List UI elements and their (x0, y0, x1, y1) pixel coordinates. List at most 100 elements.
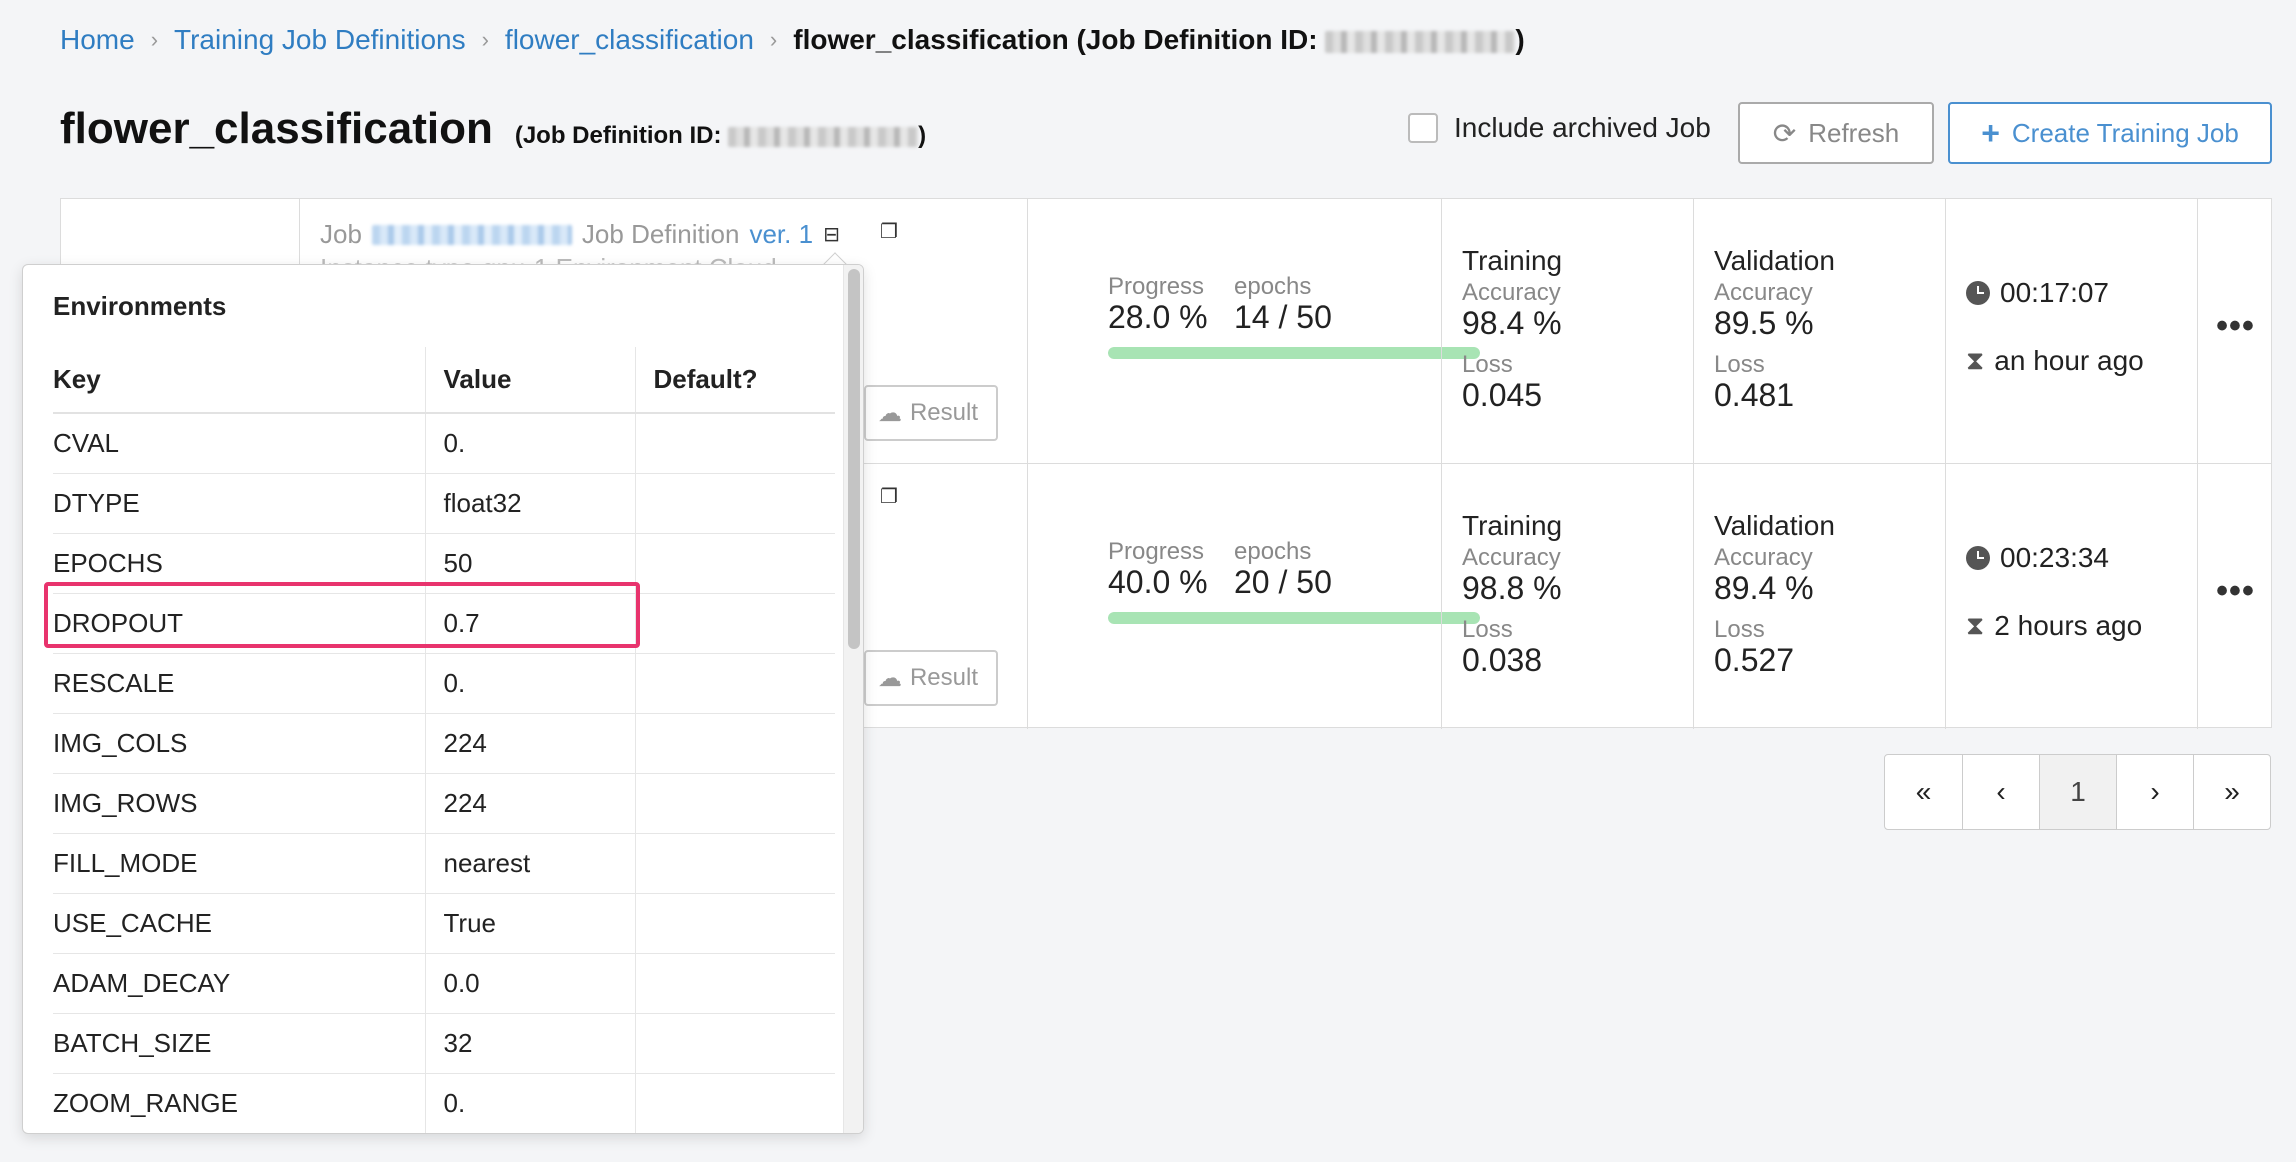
training-accuracy: 98.4 % (1462, 305, 1562, 341)
environment-value: True (424, 893, 635, 954)
job-duration: 00:17:07 (2000, 277, 2109, 308)
loss-label: Loss (1714, 616, 1765, 643)
environment-default (634, 713, 835, 774)
environments-title: Environments (53, 291, 227, 321)
environment-default (634, 653, 835, 714)
validation-heading: Validation (1714, 510, 1835, 541)
environment-row: RESCALE 0. (53, 653, 835, 714)
environment-default (634, 533, 835, 594)
clock-icon (1966, 281, 1990, 305)
next-page-button[interactable]: › (2116, 755, 2193, 829)
training-accuracy: 98.8 % (1462, 570, 1562, 606)
environments-popover: Environments Key Value Default? CVAL 0. DT… (22, 264, 864, 1134)
include-archived-toggle[interactable]: Include archived Job (1408, 112, 1711, 144)
page-1-button[interactable]: 1 (2039, 755, 2116, 829)
redacted-job-id[interactable] (371, 224, 572, 245)
environments-table: Key Value Default? CVAL 0. DTYPE float32 EPO… (53, 347, 835, 1133)
breadcrumb-current: flower_classification (Job Definition ID… (793, 24, 1524, 56)
accuracy-label: Accuracy (1462, 544, 1561, 571)
create-training-job-button[interactable]: + Create Training Job (1948, 102, 2272, 164)
redacted-id (1325, 30, 1516, 53)
environment-key: ADAM_DECAY (53, 953, 425, 1014)
environment-key: CVAL (53, 413, 425, 474)
environment-key: ZOOM_RANGE (53, 1073, 425, 1133)
job-label: Job (320, 219, 362, 249)
environment-default (634, 473, 835, 534)
validation-metrics-cell: Validation Accuracy 89.4 % Loss 0.527 (1693, 464, 1945, 729)
environment-value: 0. (424, 413, 635, 474)
popover-scrollbar[interactable] (843, 265, 863, 1133)
environment-value: 224 (424, 773, 635, 834)
create-training-job-label: Create Training Job (2011, 117, 2239, 148)
training-metrics-cell: Training Accuracy 98.8 % Loss 0.038 (1441, 464, 1693, 729)
accuracy-label: Accuracy (1462, 279, 1561, 306)
breadcrumb-definition[interactable]: flower_classification (505, 24, 754, 56)
environment-row: EPOCHS 50 (53, 533, 835, 594)
training-metrics-cell: Training Accuracy 98.4 % Loss 0.045 (1441, 199, 1693, 463)
breadcrumb: Home › Training Job Definitions › flower… (60, 24, 1525, 56)
job-definition-version[interactable]: ver. 1 (749, 219, 813, 250)
loss-label: Loss (1462, 616, 1513, 643)
more-options-icon[interactable]: ••• (2198, 307, 2273, 346)
include-archived-checkbox[interactable] (1408, 113, 1438, 143)
environment-value: float32 (424, 473, 635, 534)
popover-scroll-thumb[interactable] (848, 269, 860, 649)
environment-key: DROPOUT (53, 593, 425, 654)
copy-icon[interactable]: ❐ (880, 219, 898, 244)
default-column-header: Default? (634, 347, 835, 414)
breadcrumb-current-label: flower_classification (Job Definition ID… (793, 24, 1326, 55)
chevron-right-icon: › (481, 27, 489, 52)
loss-label: Loss (1462, 351, 1513, 378)
refresh-button[interactable]: ⟳ Refresh (1738, 102, 1934, 164)
progress-label: Progress (1108, 273, 1205, 300)
refresh-icon: ⟳ (1772, 117, 1797, 149)
job-info-line: Job Job Definition ver. 1 ⊟ (320, 219, 840, 250)
environment-default (634, 833, 835, 894)
previous-page-button[interactable]: ‹ (1962, 755, 2039, 829)
validation-loss: 0.481 (1714, 377, 1795, 413)
job-progress-cell: Progress epochs 28.0 % 14 / 50 (1027, 199, 1480, 463)
page-header: flower_classification (Job Definition ID… (60, 104, 926, 154)
environment-row: ADAM_DECAY 0.0 (53, 953, 835, 1014)
epochs-value: 14 / 50 (1234, 299, 1332, 335)
progress-bar-fill (1108, 612, 1480, 624)
result-button[interactable]: ☁ Result (864, 650, 998, 706)
breadcrumb-job-definitions[interactable]: Training Job Definitions (174, 24, 466, 56)
environment-value: 0. (424, 653, 635, 714)
more-options-icon[interactable]: ••• (2198, 572, 2273, 611)
result-button[interactable]: ☁ Result (864, 385, 998, 441)
environment-key: EPOCHS (53, 533, 425, 594)
page-subtitle: (Job Definition ID: ) (515, 122, 926, 150)
training-heading: Training (1462, 245, 1563, 276)
environment-value: 0. (424, 1073, 635, 1133)
job-time-cell: 00:17:07 ⧗ an hour ago (1945, 199, 2197, 463)
cloud-download-icon: ☁ (877, 399, 902, 427)
environment-value: 224 (424, 713, 635, 774)
environment-key: RESCALE (53, 653, 425, 714)
hourglass-icon: ⧗ (1966, 610, 1985, 640)
result-label: Result (909, 399, 978, 426)
table-icon[interactable]: ⊟ (823, 222, 840, 247)
environment-key: USE_CACHE (53, 893, 425, 954)
environment-value: 50 (424, 533, 635, 594)
environment-row: CVAL 0. (53, 413, 835, 474)
include-archived-label: Include archived Job (1454, 112, 1711, 143)
job-menu-cell: ••• (2197, 464, 2273, 729)
copy-icon[interactable]: ❐ (880, 484, 898, 509)
environment-key: IMG_COLS (53, 713, 425, 774)
epochs-label: epochs (1234, 538, 1312, 565)
accuracy-label: Accuracy (1714, 279, 1813, 306)
environment-row: DROPOUT 0.7 (53, 593, 835, 654)
environment-default (634, 413, 835, 474)
breadcrumb-home[interactable]: Home (60, 24, 135, 56)
environment-default (634, 893, 835, 954)
environment-row: FILL_MODE nearest (53, 833, 835, 894)
environments-header-row: Key Value Default? (53, 347, 835, 414)
environment-row: ZOOM_RANGE 0. (53, 1073, 835, 1133)
environment-value: 0.7 (424, 593, 635, 654)
environment-default (634, 953, 835, 1014)
first-page-button[interactable]: « (1885, 755, 1962, 829)
refresh-label: Refresh (1808, 117, 1900, 148)
epochs-value: 20 / 50 (1234, 564, 1332, 600)
last-page-button[interactable]: » (2193, 755, 2270, 829)
